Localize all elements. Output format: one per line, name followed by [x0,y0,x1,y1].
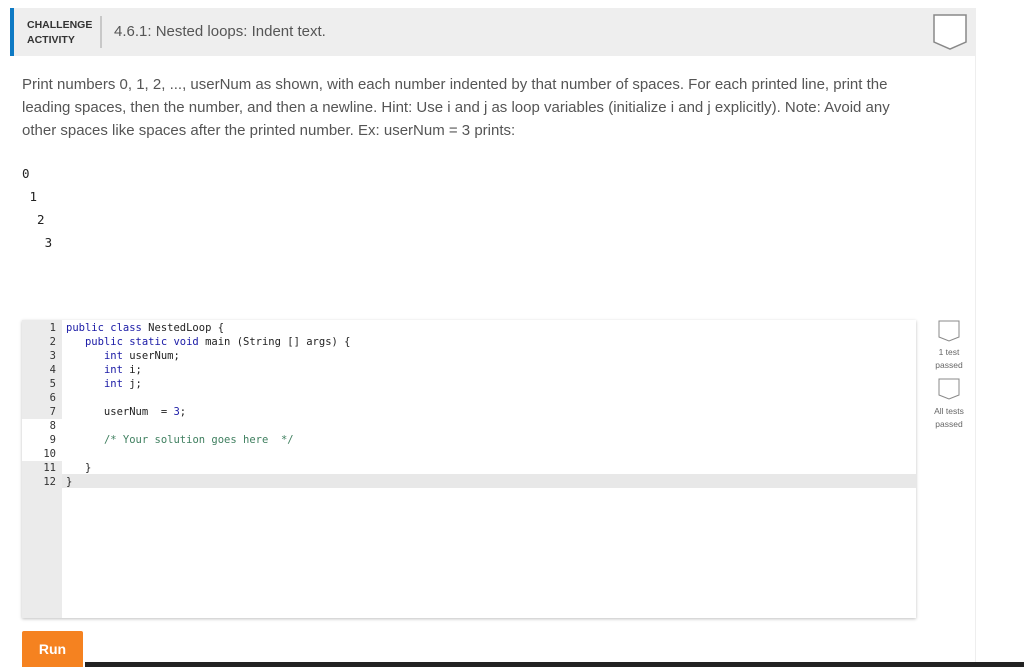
line-number: 5 [22,377,56,391]
one-test-line2: passed [925,359,973,372]
code-line[interactable]: int j; [66,377,142,391]
label-line2: ACTIVITY [27,33,92,48]
label-line1: CHALLENGE [27,18,92,33]
divider [100,16,102,48]
line-number: 6 [22,391,56,405]
line-number: 12 [22,475,56,489]
instructions: Print numbers 0, 1, 2, ..., userNum as s… [22,73,922,142]
line-number: 11 [22,461,56,475]
all-tests-line2: passed [925,418,973,431]
line-number: 4 [22,363,56,377]
example-output: 0 1 2 3 [22,162,52,254]
code-line[interactable]: int userNum; [66,349,180,363]
line-number: 1 [22,321,56,335]
code-line[interactable]: /* Your solution goes here */ [66,433,294,447]
active-line-highlight [62,474,916,488]
accent-bar [10,8,14,56]
line-number: 7 [22,405,56,419]
all-tests-line1: All tests [925,405,973,418]
line-number: 9 [22,433,62,447]
code-line[interactable]: } [66,475,72,489]
all-tests-status-icon [938,378,960,400]
code-line[interactable]: public static void main (String [] args)… [66,335,350,349]
all-tests-status: All testspassed [925,405,973,431]
code-line[interactable]: int i; [66,363,142,377]
code-line[interactable]: public class NestedLoop { [66,321,224,335]
activity-type-label: CHALLENGEACTIVITY [27,18,92,48]
test-status-icon [938,320,960,342]
code-line[interactable]: userNum = 3; [66,405,186,419]
bottom-bar [85,662,1024,667]
activity-title: 4.6.1: Nested loops: Indent text. [114,23,326,40]
one-test-line1: 1 test [925,346,973,359]
line-number: 8 [22,419,62,433]
run-button[interactable]: Run [22,631,83,667]
code-editor[interactable]: 1 public class NestedLoop { 2 public stati… [22,320,916,618]
activity-header: CHALLENGEACTIVITY 4.6.1: Nested loops: I… [10,8,975,56]
one-test-status: 1 testpassed [925,346,973,372]
line-number: 3 [22,349,56,363]
completion-badge-icon [933,14,967,50]
line-number: 10 [22,447,62,461]
code-line[interactable]: } [66,461,91,475]
line-number: 2 [22,335,56,349]
